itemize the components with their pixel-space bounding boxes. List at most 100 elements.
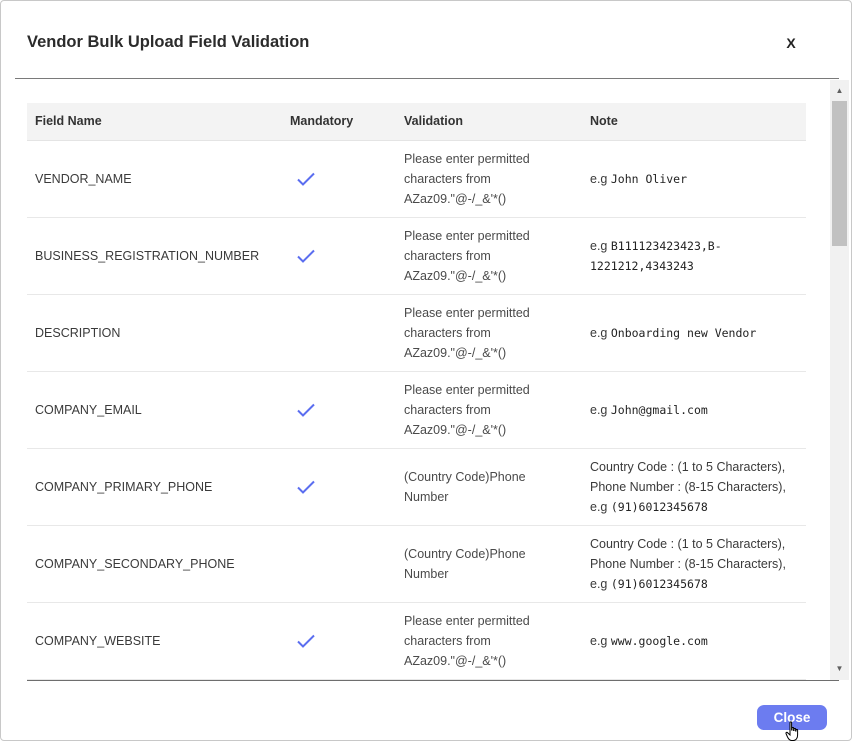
note-example-prefix: e.g [590, 402, 611, 417]
mandatory-cell [282, 371, 396, 448]
note-example-prefix: e.g [590, 633, 611, 648]
note-example-code: B111123423423,B- [610, 238, 722, 253]
validation-text-line: characters from [404, 633, 491, 648]
note-cell: e.g www.google.com [582, 602, 806, 679]
note-example-code: Onboarding new Vendor [610, 325, 757, 340]
validation-text-line: characters from [404, 402, 491, 417]
column-header-note: Note [582, 103, 806, 141]
note-example-code: www.google.com [610, 633, 708, 648]
scroll-down-arrow-icon[interactable]: ▼ [830, 660, 849, 677]
note-cell: Country Code : (1 to 5 Characters), Phone… [582, 525, 806, 602]
footer-divider [27, 680, 839, 681]
checkmark-icon [296, 402, 388, 418]
note-cell: e.g John Oliver [582, 140, 806, 217]
table-row: VENDOR_NAME Please enter permitted charact… [27, 140, 806, 217]
validation-text-line: Please enter permitted [404, 151, 530, 166]
validation-table: Field Name Mandatory Validation Note VEN… [27, 103, 806, 680]
note-example-code: John@gmail.com [610, 402, 708, 417]
field-name-cell: COMPANY_WEBSITE [35, 633, 161, 648]
close-x-icon[interactable]: X [782, 33, 800, 53]
validation-text-line: Please enter permitted [404, 613, 530, 628]
mandatory-cell [282, 217, 396, 294]
note-cell: e.g John@gmail.com [582, 371, 806, 448]
table-row: COMPANY_PRIMARY_PHONE (Country Code)Phone… [27, 448, 806, 525]
note-example-code: John Oliver [610, 171, 688, 186]
note-text-line: Country Code : (1 to 5 Characters), [590, 459, 786, 474]
note-cell: e.g Onboarding new Vendor [582, 294, 806, 371]
scrollbar-thumb[interactable] [832, 101, 847, 246]
table-scroll-area[interactable]: Field Name Mandatory Validation Note VEN… [27, 80, 827, 680]
field-name-cell: COMPANY_PRIMARY_PHONE [35, 479, 213, 494]
scroll-up-arrow-icon[interactable]: ▲ [830, 82, 849, 99]
validation-cell: Please enter permitted characters from AZa… [396, 217, 582, 294]
dialog-header: Vendor Bulk Upload Field Validation X [1, 1, 851, 79]
note-text-line: Phone Number : (8-15 Characters), [590, 556, 786, 571]
validation-text-line: Number [404, 566, 449, 581]
table-row: DESCRIPTION Please enter permitted charact… [27, 294, 806, 371]
field-name-cell: COMPANY_SECONDARY_PHONE [35, 556, 235, 571]
table-body: VENDOR_NAME Please enter permitted charact… [27, 140, 806, 679]
mandatory-cell [282, 602, 396, 679]
validation-text-line: (Country Code)Phone [404, 469, 526, 484]
note-example-line: e.g John@gmail.com [590, 400, 798, 420]
note-cell: e.g B111123423423,B- 1221212,4343243 [582, 217, 806, 294]
table-header: Field Name Mandatory Validation Note [27, 103, 806, 141]
validation-cell: Please enter permitted characters from AZa… [396, 371, 582, 448]
note-example-prefix: e.g [590, 325, 611, 340]
field-name-cell: BUSINESS_REGISTRATION_NUMBER [35, 248, 260, 263]
note-example-line: e.g B111123423423,B- [590, 236, 798, 256]
header-divider [15, 78, 839, 79]
validation-text-line: Please enter permitted [404, 305, 530, 320]
table-header-row: Field Name Mandatory Validation Note [27, 103, 806, 141]
validation-cell: Please enter permitted characters from AZa… [396, 140, 582, 217]
validation-text-line: AZaz09."@-/_&'*() [404, 191, 507, 206]
validation-text-line: AZaz09."@-/_&'*() [404, 422, 507, 437]
validation-text-line: Number [404, 489, 449, 504]
note-text-line: Phone Number : (8-15 Characters), [590, 479, 786, 494]
mandatory-cell [282, 448, 396, 525]
mandatory-cell [282, 525, 396, 602]
validation-cell: (Country Code)Phone Number [396, 525, 582, 602]
column-header-field-name: Field Name [27, 103, 282, 141]
column-header-mandatory: Mandatory [282, 103, 396, 141]
field-name-cell: COMPANY_EMAIL [35, 402, 142, 417]
hand-pointer-cursor-icon [785, 721, 799, 741]
note-cell: Country Code : (1 to 5 Characters), Phone… [582, 448, 806, 525]
note-example-line: e.g John Oliver [590, 169, 798, 189]
note-example-line: e.g (91)6012345678 [590, 574, 798, 594]
note-text-line: Country Code : (1 to 5 Characters), [590, 536, 786, 551]
checkmark-icon [296, 633, 388, 649]
vertical-scrollbar[interactable]: ▲ ▼ [830, 80, 849, 680]
checkmark-icon [296, 248, 388, 264]
validation-cell: Please enter permitted characters from AZa… [396, 294, 582, 371]
field-name-cell: VENDOR_NAME [35, 171, 132, 186]
validation-text-line: AZaz09."@-/_&'*() [404, 345, 507, 360]
field-name-cell: DESCRIPTION [35, 325, 121, 340]
note-example-prefix: e.g [590, 238, 611, 253]
validation-text-line: characters from [404, 248, 491, 263]
mandatory-cell [282, 140, 396, 217]
table-row: COMPANY_EMAIL Please enter permitted chara… [27, 371, 806, 448]
note-example-prefix: e.g [590, 499, 611, 514]
validation-text-line: Please enter permitted [404, 382, 530, 397]
dialog-title: Vendor Bulk Upload Field Validation [27, 33, 310, 51]
validation-cell: Please enter permitted characters from AZa… [396, 602, 582, 679]
column-header-validation: Validation [396, 103, 582, 141]
table-row: COMPANY_SECONDARY_PHONE (Country Code)Pho… [27, 525, 806, 602]
note-example-prefix: e.g [590, 576, 611, 591]
checkmark-icon [296, 171, 388, 187]
note-example-line: e.g (91)6012345678 [590, 497, 798, 517]
validation-text-line: Please enter permitted [404, 228, 530, 243]
validation-text-line: AZaz09."@-/_&'*() [404, 268, 507, 283]
note-example-line: e.g Onboarding new Vendor [590, 323, 798, 343]
table-row: COMPANY_WEBSITE Please enter permitted cha… [27, 602, 806, 679]
note-example-prefix: e.g [590, 171, 611, 186]
note-example-code: 1221212,4343243 [590, 258, 694, 273]
field-validation-dialog: Vendor Bulk Upload Field Validation X Fi… [0, 0, 852, 741]
validation-text-line: characters from [404, 171, 491, 186]
validation-text-line: AZaz09."@-/_&'*() [404, 653, 507, 668]
validation-text-line: characters from [404, 325, 491, 340]
validation-cell: (Country Code)Phone Number [396, 448, 582, 525]
mandatory-cell [282, 294, 396, 371]
table-row: BUSINESS_REGISTRATION_NUMBER Please enter… [27, 217, 806, 294]
